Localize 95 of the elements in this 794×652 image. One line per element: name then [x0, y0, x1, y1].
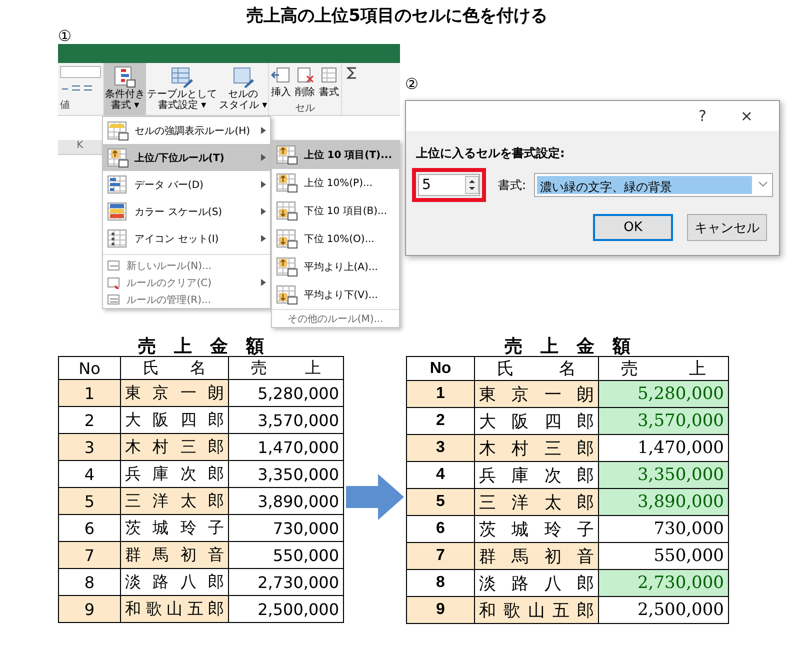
column-header: K [58, 140, 102, 155]
rule-icon [276, 145, 298, 165]
table-title: 売 上 金 額 [137, 335, 265, 356]
table-cell: 和歌山五郎 [474, 596, 598, 624]
cancel-button[interactable]: キャンセル [687, 214, 767, 241]
menu-item[interactable]: データ バー(D) [102, 171, 270, 198]
group-label: セル [294, 102, 316, 115]
table-cell: 群 馬 初 音 [120, 542, 228, 568]
table-cell: 5,280,000 [598, 380, 728, 408]
column-header: No [58, 356, 120, 380]
ok-button[interactable]: OK [593, 214, 673, 241]
table-cell: 3,350,000 [598, 462, 728, 488]
ribbon-button[interactable]: セルの スタイル ▾ [218, 63, 268, 115]
table-cell: 3,890,000 [598, 488, 728, 516]
group-label: 値 [60, 99, 71, 112]
rule-icon [276, 285, 298, 305]
menu-item[interactable]: セルの強調表示ルール(H) [102, 117, 270, 144]
table-cell: 7 [406, 542, 474, 570]
right-arrow-icon [346, 474, 404, 520]
menu-item[interactable]: 上位/下位ルール(T) [102, 144, 270, 171]
table-cell: 三 洋 太 郎 [474, 488, 598, 516]
column-header: 氏 名 [120, 356, 228, 380]
table-cell: 5,280,000 [228, 380, 344, 406]
rule-icon [106, 120, 129, 140]
step-marker: ② [405, 76, 420, 92]
table-cell: 2,730,000 [228, 568, 344, 596]
menu-item[interactable]: 上位 10%(P)... [272, 169, 399, 197]
ribbon-button[interactable]: 削除 [293, 63, 318, 101]
table-cell: 東 京 一 朗 [474, 380, 598, 408]
table-cell: 550,000 [228, 542, 344, 568]
table-cell: 東 京 一 朗 [120, 380, 228, 406]
menu-item[interactable]: 平均より下(V)... [272, 281, 399, 309]
table-cell: 9 [406, 596, 474, 624]
rule-icon [106, 148, 129, 168]
table-cell: 2,500,000 [598, 596, 728, 624]
table-cell: 1 [58, 380, 120, 406]
menu-item[interactable]: 下位 10%(O)... [272, 225, 399, 253]
table-cell: 群 馬 初 音 [474, 542, 598, 570]
table-cell: 7 [58, 542, 120, 568]
menu-item[interactable]: アイコン セット(I) [102, 225, 270, 252]
table-cell: 5 [406, 488, 474, 516]
rule-icon [276, 257, 298, 277]
table-cell: 3,570,000 [228, 406, 344, 434]
ribbon-button[interactable]: テーブルとして 書式設定 ▾ [146, 63, 218, 115]
spin-arrows-icon[interactable] [465, 176, 479, 194]
menu-item[interactable]: 下位 10 項目(B)... [272, 197, 399, 225]
close-button[interactable]: × [734, 106, 759, 126]
table-cell: 和歌山五郎 [120, 596, 228, 622]
rule-icon [276, 229, 298, 249]
table-cell: 3,890,000 [228, 488, 344, 514]
menu-item[interactable]: 新しいルール(N)... [102, 257, 270, 274]
field-label: 書式: [498, 176, 526, 194]
table-cell: 730,000 [598, 516, 728, 542]
cell-style-icon [231, 65, 256, 89]
table-cell: 木 村 三 郎 [120, 434, 228, 460]
table-format-icon [170, 65, 194, 89]
help-button[interactable]: ? [692, 106, 712, 126]
rule-icon [106, 174, 129, 194]
ribbon-button[interactable]: 書式 [317, 63, 342, 101]
step-marker: ① [58, 28, 72, 44]
table-cell: 2,730,000 [598, 570, 728, 596]
menu-item[interactable]: その他のルール(M)... [272, 309, 399, 327]
table-cell: 木 村 三 郎 [474, 434, 598, 462]
column-header: 氏 名 [474, 356, 598, 380]
table-title: 売 上 金 額 [504, 335, 632, 356]
rule-icon [106, 228, 129, 248]
menu-item[interactable]: ルールのクリア(C) [102, 274, 270, 291]
table-cell: 5 [58, 488, 120, 514]
dialog-prompt: 上位に入るセルを書式設定: [415, 145, 566, 162]
table-cell: 1 [406, 380, 474, 408]
rule-icon [276, 201, 298, 221]
table-cell: 3,350,000 [228, 460, 344, 488]
table-cell: 2,500,000 [228, 596, 344, 622]
ribbon-button[interactable]: 条件付き 書式 ▾ [104, 63, 146, 115]
format-dropdown[interactable]: 濃い緑の文字、緑の背景 [534, 173, 773, 197]
rule-icon [106, 202, 129, 222]
table-cell: 730,000 [228, 514, 344, 542]
rule-icon [276, 173, 298, 193]
menu-item[interactable]: 上位 10 項目(T)... [272, 141, 399, 169]
table-cell: 3 [58, 434, 120, 460]
number-spinner[interactable]: 5 [418, 174, 480, 196]
table-cell: 1,470,000 [228, 434, 344, 460]
column-header: No [406, 356, 474, 380]
menu-item[interactable]: ルールの管理(R)... [102, 291, 270, 308]
table-cell: 9 [58, 596, 120, 622]
table-cell: 3 [406, 434, 474, 462]
menu-item[interactable]: カラー スケール(S) [102, 198, 270, 225]
table-cell: 3,570,000 [598, 408, 728, 434]
column-header: 売 上 [598, 356, 728, 380]
ribbon-button[interactable]: 挿入 [269, 63, 294, 101]
menu-item[interactable]: 平均より上(A)... [272, 253, 399, 281]
conditional-format-icon [113, 65, 137, 89]
page-title: 売上高の上位5項目のセルに色を付ける [246, 5, 548, 28]
column-header: 売 上 [228, 356, 344, 380]
table-cell: 三 洋 太 郎 [120, 488, 228, 514]
